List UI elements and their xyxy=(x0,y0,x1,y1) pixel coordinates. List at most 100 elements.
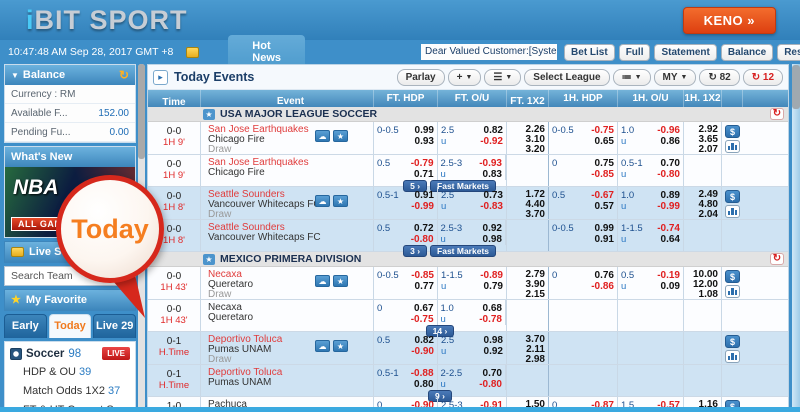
odds-value[interactable]: 0.68 xyxy=(483,303,502,314)
odds-value[interactable]: 0.82 xyxy=(415,335,434,346)
nav-button-full[interactable]: Full xyxy=(619,44,651,61)
stats-chart-icon[interactable] xyxy=(725,140,740,153)
odds-value[interactable]: 0.92 xyxy=(484,346,503,357)
odds-value[interactable]: 0.99 xyxy=(415,125,434,136)
odds-value[interactable]: -0.93 xyxy=(479,158,502,169)
odds-value[interactable]: 0.83 xyxy=(483,169,502,180)
odds-value[interactable]: 0.57 xyxy=(595,201,614,212)
sidebar-scrollbar-thumb[interactable] xyxy=(138,64,145,159)
tab-early[interactable]: Early xyxy=(4,314,47,338)
fast-markets-button[interactable]: Fast Markets xyxy=(430,245,496,257)
collapse-toggle-icon[interactable]: ▸ xyxy=(153,70,168,85)
odds-value[interactable]: 0.98 xyxy=(483,234,502,245)
odds-value[interactable]: 0.65 xyxy=(595,136,614,147)
favorite-star-icon[interactable]: ★ xyxy=(333,195,348,207)
favorite-star-icon[interactable]: ★ xyxy=(203,109,215,120)
odds-value[interactable]: -0.19 xyxy=(657,270,680,281)
bet-dollar-icon[interactable]: $ xyxy=(725,335,740,348)
odds-value[interactable]: -0.78 xyxy=(479,314,502,325)
sport-row-soccer[interactable]: Soccer 98 LIVE xyxy=(5,344,135,362)
odds-value[interactable]: 0.75 xyxy=(595,158,614,169)
odds-value[interactable]: 0.77 xyxy=(415,281,434,292)
odds-value[interactable]: -0.90 xyxy=(411,346,434,357)
odds-value[interactable]: -0.80 xyxy=(479,379,502,390)
odds-value[interactable]: -0.80 xyxy=(657,169,680,180)
add-dropdown[interactable]: +▼ xyxy=(448,69,482,86)
odds-value[interactable]: -0.86 xyxy=(591,281,614,292)
nav-button-balance[interactable]: Balance xyxy=(721,44,773,61)
keno-button[interactable]: KENO » xyxy=(683,7,776,34)
balance-refresh-icon[interactable]: ↻ xyxy=(119,70,129,80)
more-markets-button[interactable]: 3 › xyxy=(403,245,427,257)
main-scrollbar[interactable] xyxy=(792,64,800,410)
league-refresh-icon[interactable]: ↻ xyxy=(770,253,784,265)
odds-value[interactable]: -0.99 xyxy=(657,201,680,212)
stats-chart-icon[interactable] xyxy=(725,350,740,363)
nav-button-statement[interactable]: Statement xyxy=(654,44,716,61)
odds-value[interactable]: 0.70 xyxy=(483,368,502,379)
favorite-star-icon[interactable]: ★ xyxy=(333,340,348,352)
sort-dropdown[interactable]: ☰▼ xyxy=(484,69,521,86)
odds-value[interactable]: 3.20 xyxy=(510,145,545,154)
balance-panel-header[interactable]: ▼ Balance ↻ xyxy=(5,65,135,85)
live-center-icon[interactable]: ☁ xyxy=(315,340,330,352)
main-scrollbar-thumb[interactable] xyxy=(792,65,800,109)
refresh-live-button[interactable]: ↻ 12 xyxy=(743,69,783,86)
refresh-all-button[interactable]: ↻ 82 xyxy=(699,69,739,86)
odds-value[interactable]: -0.85 xyxy=(591,169,614,180)
odds-value[interactable]: -0.83 xyxy=(480,201,503,212)
odds-value[interactable]: 0.70 xyxy=(661,158,680,169)
odds-value[interactable]: 0.67 xyxy=(414,303,433,314)
stats-chart-icon[interactable] xyxy=(725,285,740,298)
bet-dollar-icon[interactable]: $ xyxy=(725,270,740,283)
odds-value[interactable]: -0.74 xyxy=(657,223,680,234)
display-dropdown[interactable]: ≔▼ xyxy=(613,69,651,86)
live-center-icon[interactable]: ☁ xyxy=(315,275,330,287)
live-center-icon[interactable]: ☁ xyxy=(315,195,330,207)
bet-dollar-icon[interactable]: $ xyxy=(725,190,740,203)
bet-dollar-icon[interactable]: $ xyxy=(725,125,740,138)
live-center-icon[interactable]: ☁ xyxy=(315,130,330,142)
odds-value[interactable]: 0.79 xyxy=(484,281,503,292)
odds-value[interactable]: 0.09 xyxy=(661,281,680,292)
favorite-star-icon[interactable]: ★ xyxy=(333,130,348,142)
odds-value[interactable]: 0.80 xyxy=(414,379,433,390)
odds-value[interactable]: -0.80 xyxy=(411,234,434,245)
odds-value[interactable]: 2.98 xyxy=(510,355,545,364)
odds-value[interactable]: -0.85 xyxy=(411,270,434,281)
odds-value[interactable]: 0.72 xyxy=(414,223,433,234)
odds-value[interactable]: -0.67 xyxy=(591,190,614,201)
parlay-button[interactable]: Parlay xyxy=(397,69,445,86)
odds-value[interactable]: 0.82 xyxy=(484,125,503,136)
menu-item-hdp-ou[interactable]: HDP & OU 39 xyxy=(5,362,135,381)
odds-value[interactable]: 0.91 xyxy=(595,234,614,245)
odds-value[interactable]: 0.98 xyxy=(484,335,503,346)
odds-value[interactable]: 0.92 xyxy=(483,223,502,234)
odds-value[interactable]: -0.89 xyxy=(480,270,503,281)
odds-value[interactable]: -0.99 xyxy=(411,201,434,212)
odds-value[interactable]: -0.96 xyxy=(657,125,680,136)
odds-value[interactable]: 2.15 xyxy=(510,290,545,299)
odds-value[interactable]: -0.75 xyxy=(411,314,434,325)
odds-value[interactable]: 2.04 xyxy=(687,210,718,219)
odds-value[interactable]: 0.91 xyxy=(415,190,434,201)
nav-button-bet-list[interactable]: Bet List xyxy=(564,44,615,61)
odds-value[interactable]: 0.64 xyxy=(661,234,680,245)
odds-value[interactable]: 0.93 xyxy=(415,136,434,147)
odds-type-dropdown[interactable]: MY▼ xyxy=(654,69,697,86)
odds-value[interactable]: -0.88 xyxy=(411,368,434,379)
odds-value[interactable]: 2.07 xyxy=(687,145,718,154)
odds-value[interactable]: -0.79 xyxy=(411,158,434,169)
favorite-star-icon[interactable]: ★ xyxy=(333,275,348,287)
odds-value[interactable]: 0.73 xyxy=(484,190,503,201)
odds-value[interactable]: 0.86 xyxy=(661,136,680,147)
odds-value[interactable]: 0.71 xyxy=(414,169,433,180)
favorite-star-icon[interactable]: ★ xyxy=(203,254,215,265)
odds-value[interactable]: -0.92 xyxy=(480,136,503,147)
odds-value[interactable]: 0.99 xyxy=(595,223,614,234)
stats-chart-icon[interactable] xyxy=(725,205,740,218)
menu-item-match-odds-1x2[interactable]: Match Odds 1X2 37 xyxy=(5,381,135,400)
odds-value[interactable]: 3.70 xyxy=(510,210,545,219)
league-refresh-icon[interactable]: ↻ xyxy=(770,108,784,120)
odds-value[interactable]: 0.76 xyxy=(595,270,614,281)
